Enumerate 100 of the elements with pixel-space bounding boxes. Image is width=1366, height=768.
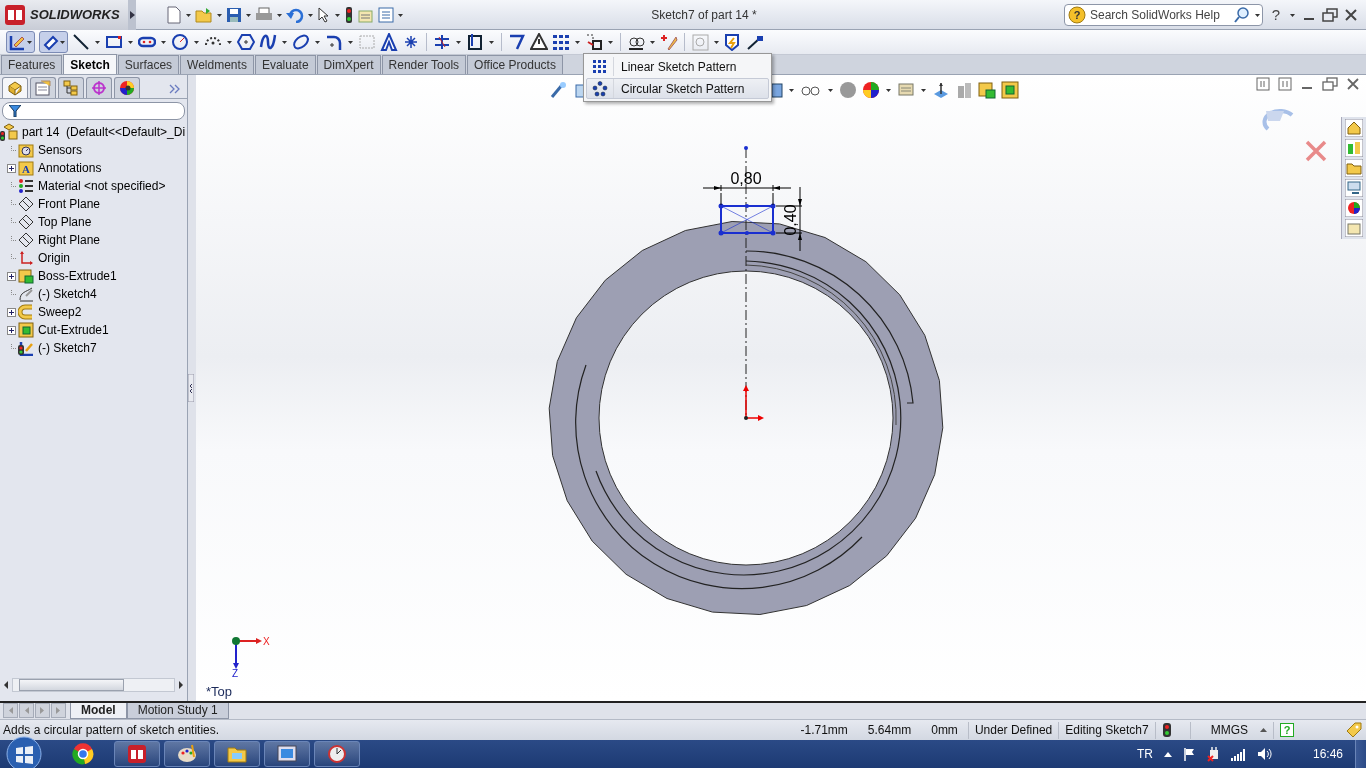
undo-icon[interactable] (286, 6, 304, 23)
expand-icon[interactable] (6, 307, 16, 317)
start-button-icon[interactable] (4, 736, 44, 768)
filter-field[interactable] (2, 102, 185, 121)
tag-icon[interactable] (1346, 722, 1362, 739)
volume-icon[interactable] (1256, 747, 1273, 761)
command-tab[interactable]: Office Products (467, 55, 563, 75)
panel-collapse-icon[interactable] (188, 374, 194, 403)
text-icon[interactable] (380, 33, 398, 52)
normal-to-icon[interactable] (932, 81, 950, 100)
scene-sphere-icon[interactable] (839, 81, 857, 100)
extrude-view-icon[interactable] (978, 81, 996, 100)
tree-item[interactable]: Origin (38, 251, 70, 266)
mirror-icon[interactable] (508, 33, 526, 52)
view-palette-tab-icon[interactable] (1345, 179, 1363, 198)
appearance-tab-icon[interactable] (119, 80, 135, 97)
taskbar-button[interactable] (314, 741, 360, 767)
units-selector[interactable]: MMGS (1189, 721, 1273, 739)
tree-item[interactable]: Boss-Extrude1 (38, 269, 117, 284)
logo-area[interactable]: SOLIDWORKS (0, 0, 128, 30)
instant-edit-icon[interactable] (724, 33, 742, 52)
appearance-tab-icon[interactable] (1345, 199, 1363, 218)
tree-item[interactable]: Front Plane (38, 197, 101, 212)
move-entities-icon[interactable] (585, 33, 603, 52)
command-tab[interactable]: Surfaces (117, 55, 180, 75)
clock[interactable]: 16:46 (1312, 747, 1343, 761)
command-tab[interactable]: DimXpert (316, 55, 381, 75)
dimension-value[interactable]: 0,80 (730, 170, 762, 188)
folder-tab-icon[interactable] (1345, 159, 1363, 178)
polygon-icon[interactable] (237, 33, 255, 52)
quick-snaps-icon[interactable] (660, 33, 678, 52)
restore-icon[interactable] (1322, 77, 1338, 92)
taskbar-button[interactable] (114, 741, 160, 767)
circle-icon[interactable] (171, 33, 189, 52)
help-icon[interactable]: ? (1269, 5, 1283, 24)
tree-item[interactable]: Material <not specified> (38, 179, 166, 194)
more-tabs-icon[interactable] (169, 83, 181, 94)
tree-item[interactable]: Right Plane (38, 233, 101, 248)
tree-item[interactable]: Top Plane (38, 215, 92, 230)
dimension-value[interactable]: 0,40 (782, 204, 799, 236)
expand-icon[interactable] (6, 325, 16, 335)
cut-view-icon[interactable] (1001, 81, 1019, 100)
cursor-icon[interactable] (317, 6, 331, 23)
command-tab[interactable]: Sketch (63, 54, 117, 75)
taskbar-button[interactable] (164, 741, 210, 767)
language-indicator[interactable]: TR (1136, 747, 1153, 761)
tree-item[interactable]: Cut-Extrude1 (38, 323, 109, 338)
command-tab[interactable]: Render Tools (381, 55, 467, 75)
zoom-to-fit-icon[interactable] (550, 81, 568, 100)
tree-item[interactable]: Sensors (38, 143, 83, 158)
show-hidden-icons-icon[interactable] (1162, 750, 1173, 758)
command-tab[interactable]: Weldments (180, 55, 254, 75)
taskbar-button[interactable] (214, 741, 260, 767)
close-icon[interactable] (1344, 7, 1358, 22)
tile-left-icon[interactable] (1256, 77, 1270, 92)
menu-item[interactable]: Linear Sketch Pattern (586, 56, 769, 77)
tree-item[interactable]: Sweep2 (38, 305, 82, 320)
appearance-icon[interactable] (862, 81, 880, 100)
property-tab-icon[interactable] (35, 80, 51, 97)
menu-expand-handle[interactable] (128, 0, 136, 30)
close-icon[interactable] (1346, 77, 1360, 92)
restore-icon[interactable] (1322, 7, 1338, 22)
crosshair-tab-icon[interactable] (91, 80, 107, 97)
smart-dimension-icon[interactable] (41, 33, 59, 52)
ellipse-icon[interactable] (292, 33, 310, 52)
flag-icon[interactable] (1182, 747, 1197, 761)
tile-right-icon[interactable] (1278, 77, 1292, 92)
tree-item[interactable]: Annotations (38, 161, 102, 176)
model-tab[interactable]: Motion Study 1 (126, 703, 229, 720)
command-tab[interactable]: Features (1, 55, 63, 75)
model-tab[interactable]: Model (70, 703, 127, 720)
construction-line-icon[interactable] (746, 33, 764, 52)
spline-icon[interactable] (259, 33, 277, 52)
fillet-icon[interactable] (325, 33, 343, 52)
save-icon[interactable] (226, 6, 242, 23)
tree-item[interactable]: (-) Sketch4 (38, 287, 97, 302)
tree-item[interactable]: (-) Sketch7 (38, 341, 97, 356)
home-tab-icon[interactable] (1345, 119, 1363, 138)
power-icon[interactable] (1206, 746, 1221, 762)
display-style-icon[interactable] (771, 81, 783, 100)
taskbar-button[interactable] (264, 741, 310, 767)
expand-icon[interactable] (6, 271, 16, 281)
menu-item[interactable]: Circular Sketch Pattern (586, 78, 769, 99)
search-field[interactable]: ? Search SolidWorks Help (1064, 3, 1263, 26)
line-icon[interactable] (72, 33, 90, 52)
tree-item[interactable]: part 14 (Default<<Default>_Di (22, 125, 186, 140)
pattern-grid-icon[interactable] (552, 33, 570, 52)
scroll-right-icon[interactable] (177, 680, 185, 691)
configuration-tab-icon[interactable] (63, 80, 79, 97)
feature-tree-tab-icon[interactable] (7, 80, 23, 97)
sketch-icon[interactable] (8, 33, 26, 52)
signal-bars-icon[interactable] (1230, 747, 1247, 761)
scroll-left-icon[interactable] (2, 680, 10, 691)
warning-icon[interactable] (530, 33, 548, 52)
traffic-light-icon[interactable] (344, 5, 354, 24)
trim-icon[interactable] (433, 33, 451, 52)
library-tab-icon[interactable] (1345, 139, 1363, 158)
offset-icon[interactable] (466, 33, 484, 52)
expand-icon[interactable] (6, 163, 16, 173)
horizontal-scrollbar[interactable] (12, 678, 175, 693)
